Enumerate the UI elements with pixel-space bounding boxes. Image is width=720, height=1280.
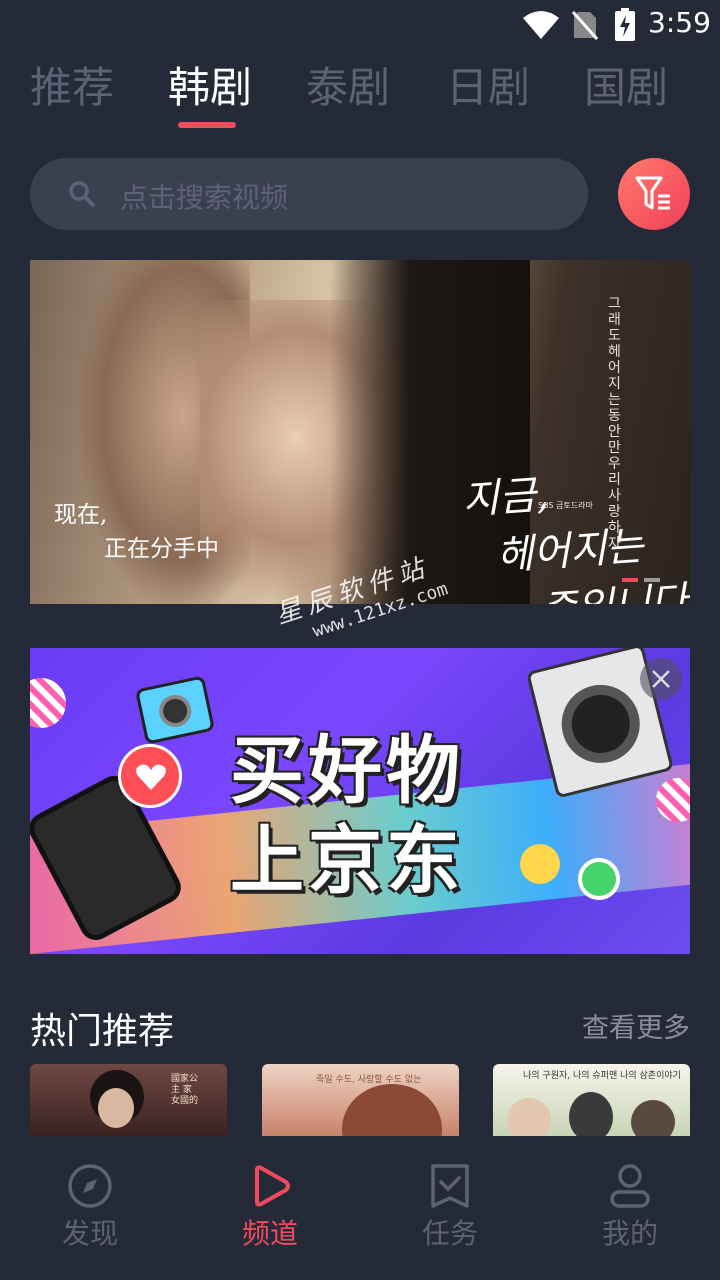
- tab-korean-drama[interactable]: 韩剧: [168, 58, 252, 118]
- nav-discover[interactable]: 发现: [0, 1162, 180, 1252]
- close-icon: [652, 670, 670, 688]
- nav-label: 频道: [241, 1217, 298, 1250]
- section-title: 热门推荐: [30, 1011, 175, 1052]
- heart-icon: [118, 744, 182, 808]
- ad-headline: 买好物 上京东: [230, 726, 464, 906]
- nav-channel[interactable]: 频道: [180, 1162, 360, 1252]
- user-icon: [610, 1164, 650, 1208]
- thumbnail-figure: [631, 1100, 675, 1136]
- tab-thai-drama[interactable]: 泰剧: [306, 58, 390, 118]
- drama-thumbnail[interactable]: 國家公主 家女國的: [30, 1064, 227, 1136]
- nav-label: 发现: [61, 1217, 118, 1250]
- see-more-link[interactable]: 查看更多: [582, 1006, 690, 1045]
- battery-charging-icon: [615, 8, 635, 41]
- tab-recommend[interactable]: 推荐: [30, 58, 114, 118]
- ad-close-button[interactable]: [640, 658, 682, 700]
- drama-thumbnail[interactable]: 죽일 수도, 사랑할 수도 없는: [262, 1064, 459, 1136]
- camera-illustration: [134, 675, 216, 745]
- thumbnail-figure: [342, 1084, 442, 1136]
- tab-japanese-drama[interactable]: 日剧: [446, 58, 530, 118]
- ad-headline-line1: 买好物: [230, 728, 464, 814]
- category-tabs: 推荐 韩剧 泰剧 日剧 国剧: [0, 58, 720, 138]
- thumbnail-overlay-text: 國家公主 家女國的: [171, 1074, 199, 1106]
- ad-headline-line2: 上京东: [230, 818, 464, 904]
- wifi-icon: [523, 11, 559, 39]
- play-icon: [255, 1165, 290, 1207]
- search-icon: [69, 181, 95, 207]
- pagination-dot: [644, 578, 660, 582]
- banner-network: SBS 금토드라마: [538, 501, 593, 510]
- banner-caption: 现在, 正在分手中: [54, 498, 219, 566]
- pagination-dot-active: [622, 578, 638, 582]
- thumbnail-overlay-text: 죽일 수도, 사랑할 수도 없는: [316, 1075, 422, 1085]
- filter-icon: [635, 176, 670, 210]
- banner-title-row1: 지금,: [460, 471, 551, 524]
- ad-ball: [30, 678, 66, 728]
- ad-banner[interactable]: 买好物 上京东: [30, 648, 690, 954]
- task-icon: [431, 1164, 469, 1208]
- bottom-navigation: 发现 频道 任务 我的: [0, 1136, 720, 1280]
- featured-banner[interactable]: 그래도 헤어지는 동안만 우리 사랑하자 现在, 正在分手中 지금, 헤어지는 …: [30, 260, 690, 604]
- banner-pagination: [622, 578, 660, 582]
- compass-icon: [68, 1164, 112, 1208]
- search-bar[interactable]: 点击搜索视频: [30, 158, 588, 230]
- nav-label: 任务: [421, 1217, 478, 1250]
- ad-ball: [578, 858, 620, 900]
- filter-button[interactable]: [618, 158, 690, 230]
- nav-tasks[interactable]: 任务: [360, 1162, 540, 1252]
- nav-label: 我的: [601, 1217, 658, 1250]
- ad-ball: [520, 844, 560, 884]
- nav-profile[interactable]: 我的: [540, 1162, 720, 1252]
- no-sim-icon: [572, 11, 598, 40]
- drama-thumbnail[interactable]: 나의 구원자, 나의 슈퍼맨 나의 삼촌이야기: [493, 1064, 690, 1136]
- banner-caption-line2: 正在分手中: [104, 536, 219, 562]
- search-placeholder: 点击搜索视频: [120, 181, 289, 214]
- thumbnail-figure: [569, 1092, 613, 1136]
- status-bar: 3:59: [0, 0, 720, 50]
- thumbnail-figure: [507, 1098, 551, 1136]
- tab-chinese-drama[interactable]: 国剧: [584, 58, 668, 118]
- clock: 3:59: [648, 6, 711, 39]
- banner-caption-line1: 现在,: [54, 502, 108, 528]
- thumbnail-overlay-text: 나의 구원자, 나의 슈퍼맨 나의 삼촌이야기: [523, 1071, 681, 1081]
- active-tab-indicator: [178, 122, 236, 128]
- thumbnail-face: [98, 1088, 134, 1128]
